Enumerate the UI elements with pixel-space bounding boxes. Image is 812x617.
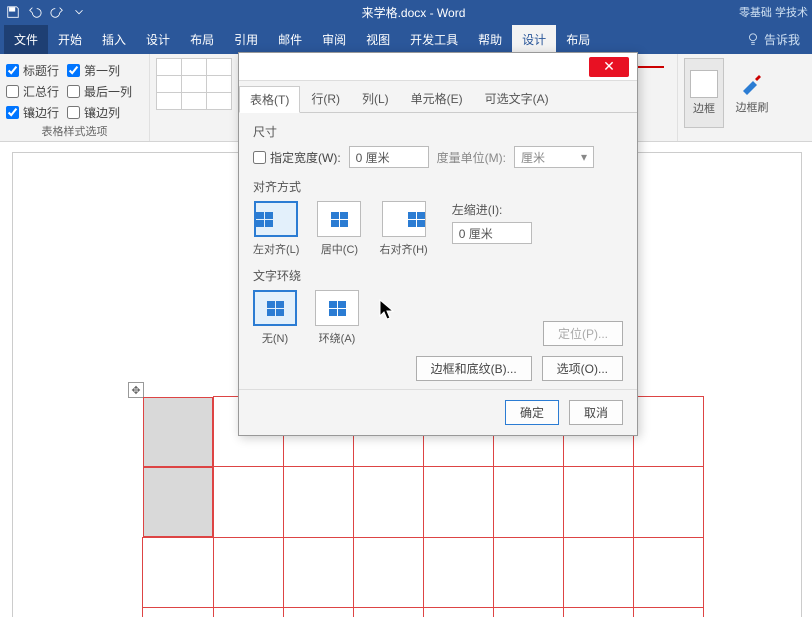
tell-me[interactable]: 告诉我 bbox=[738, 31, 808, 48]
tab-developer[interactable]: 开发工具 bbox=[400, 25, 468, 54]
tab-review[interactable]: 审阅 bbox=[312, 25, 356, 54]
tab-mailings[interactable]: 邮件 bbox=[268, 25, 312, 54]
save-icon[interactable] bbox=[4, 3, 22, 21]
chk-pref-width[interactable]: 指定宽度(W): bbox=[253, 149, 341, 166]
titlebar-right-text: 零基础 学技术 bbox=[739, 4, 808, 20]
align-center-option[interactable]: 居中(C) bbox=[317, 201, 361, 257]
chk-last-col[interactable]: 最后一列 bbox=[67, 83, 132, 100]
size-title: 尺寸 bbox=[253, 123, 623, 140]
tab-help[interactable]: 帮助 bbox=[468, 25, 512, 54]
indent-spinner[interactable]: 0 厘米 bbox=[452, 222, 532, 244]
dlg-tab-cell[interactable]: 单元格(E) bbox=[400, 85, 474, 112]
cancel-button[interactable]: 取消 bbox=[569, 400, 623, 425]
wrap-around-option[interactable]: 环绕(A) bbox=[315, 290, 359, 346]
tab-layout[interactable]: 布局 bbox=[180, 25, 224, 54]
unit-label: 度量单位(M): bbox=[437, 149, 506, 166]
align-left-option[interactable]: 左对齐(L) bbox=[253, 201, 299, 257]
lightbulb-icon bbox=[746, 32, 760, 46]
table-properties-dialog: ✕ 表格(T) 行(R) 列(L) 单元格(E) 可选文字(A) 尺寸 指定宽度… bbox=[238, 52, 638, 436]
unit-select[interactable]: 厘米▾ bbox=[514, 146, 594, 168]
fieldset-size: 尺寸 指定宽度(W): 0 厘米 度量单位(M): 厘米▾ bbox=[253, 123, 623, 168]
brush-icon bbox=[739, 71, 765, 97]
dlg-tab-row[interactable]: 行(R) bbox=[300, 85, 351, 112]
border-grid-icon bbox=[690, 70, 718, 98]
wrap-none-option[interactable]: 无(N) bbox=[253, 290, 297, 346]
ok-button[interactable]: 确定 bbox=[505, 400, 559, 425]
group-title-style-options: 表格样式选项 bbox=[6, 121, 143, 139]
group-style-options: 标题行 汇总行 镶边行 第一列 最后一列 镶边列 表格样式选项 bbox=[0, 54, 150, 141]
chk-banded-row[interactable]: 镶边行 bbox=[6, 104, 59, 121]
dialog-close-button[interactable]: ✕ bbox=[589, 57, 629, 77]
wrap-title: 文字环绕 bbox=[253, 267, 623, 284]
tab-view[interactable]: 视图 bbox=[356, 25, 400, 54]
options-button[interactable]: 选项(O)... bbox=[542, 356, 623, 381]
tab-design[interactable]: 设计 bbox=[136, 25, 180, 54]
align-right-option[interactable]: 右对齐(H) bbox=[379, 201, 427, 257]
chk-first-col[interactable]: 第一列 bbox=[67, 62, 132, 79]
document-title: 来学格.docx - Word bbox=[92, 4, 735, 21]
tab-insert[interactable]: 插入 bbox=[92, 25, 136, 54]
tab-table-design[interactable]: 设计 bbox=[512, 25, 556, 54]
dialog-titlebar: ✕ bbox=[239, 53, 637, 81]
tab-table-layout[interactable]: 布局 bbox=[556, 25, 600, 54]
table-cell[interactable] bbox=[143, 467, 213, 537]
chk-banded-col[interactable]: 镶边列 bbox=[67, 104, 132, 121]
ribbon-tabs: 文件 开始 插入 设计 布局 引用 邮件 审阅 视图 开发工具 帮助 设计 布局… bbox=[0, 24, 812, 54]
undo-icon[interactable] bbox=[26, 3, 44, 21]
align-title: 对齐方式 bbox=[253, 178, 623, 195]
dlg-tab-alt[interactable]: 可选文字(A) bbox=[474, 85, 560, 112]
chk-header-row[interactable]: 标题行 bbox=[6, 62, 59, 79]
border-painter-button[interactable]: 边框刷 bbox=[732, 58, 772, 128]
fieldset-align: 对齐方式 左对齐(L) 居中(C) 右对齐(H) bbox=[253, 178, 623, 257]
indent-label: 左缩进(I): bbox=[452, 201, 532, 218]
dlg-tab-table[interactable]: 表格(T) bbox=[239, 86, 300, 113]
pref-width-spinner[interactable]: 0 厘米 bbox=[349, 146, 429, 168]
border-button[interactable]: 边框 bbox=[684, 58, 724, 128]
tab-file[interactable]: 文件 bbox=[4, 25, 48, 54]
qat-more-icon[interactable] bbox=[70, 3, 88, 21]
fieldset-wrap: 文字环绕 无(N) 环绕(A) 定位(P)... bbox=[253, 267, 623, 346]
tab-references[interactable]: 引用 bbox=[224, 25, 268, 54]
tell-me-label: 告诉我 bbox=[764, 31, 800, 48]
title-bar: 来学格.docx - Word 零基础 学技术 bbox=[0, 0, 812, 24]
borders-shading-button[interactable]: 边框和底纹(B)... bbox=[416, 356, 532, 381]
chk-total-row[interactable]: 汇总行 bbox=[6, 83, 59, 100]
position-button[interactable]: 定位(P)... bbox=[543, 321, 623, 346]
dialog-tabs: 表格(T) 行(R) 列(L) 单元格(E) 可选文字(A) bbox=[239, 81, 637, 113]
dlg-tab-column[interactable]: 列(L) bbox=[351, 85, 400, 112]
group-border-tools: 边框 边框刷 bbox=[678, 54, 778, 141]
table-cell[interactable] bbox=[143, 397, 213, 467]
tab-home[interactable]: 开始 bbox=[48, 25, 92, 54]
redo-icon[interactable] bbox=[48, 3, 66, 21]
table-style-gallery[interactable] bbox=[156, 58, 232, 110]
